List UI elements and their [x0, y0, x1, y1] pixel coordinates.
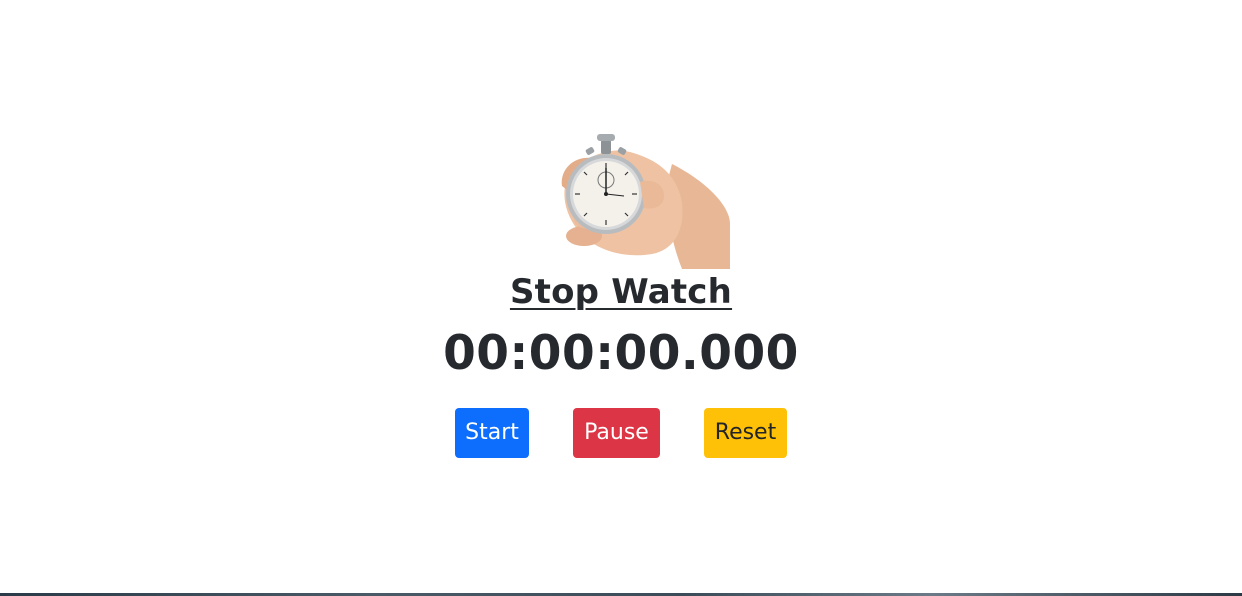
start-button[interactable]: Start	[455, 408, 529, 458]
timer-display: 00:00:00.000	[443, 326, 799, 381]
stopwatch-page: Stop Watch 00:00:00.000 Start Pause Rese…	[0, 0, 1242, 596]
reset-button[interactable]: Reset	[704, 408, 787, 458]
pause-button[interactable]: Pause	[573, 408, 660, 458]
page-title: Stop Watch	[509, 272, 733, 312]
stopwatch-in-hand-icon	[552, 124, 730, 269]
